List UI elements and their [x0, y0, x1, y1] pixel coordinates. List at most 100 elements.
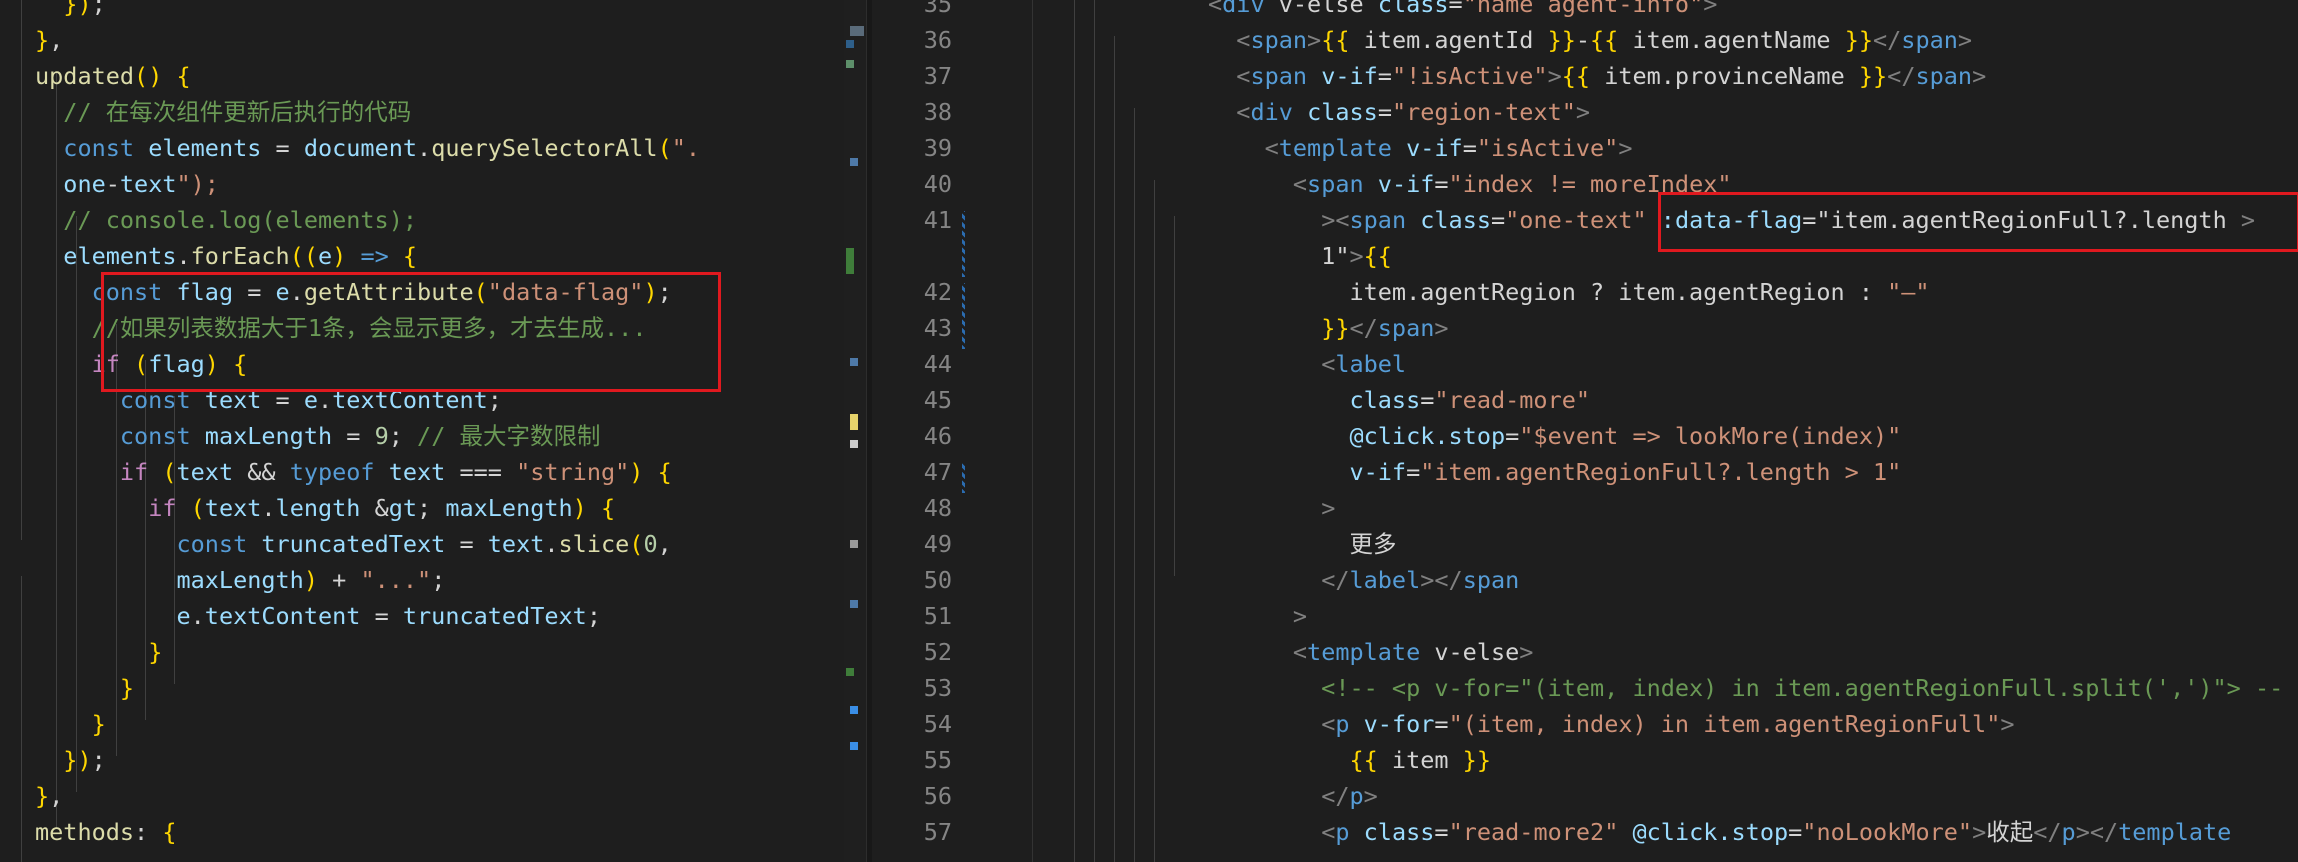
code-line[interactable]: 45 class="read-more" [872, 382, 2298, 418]
code-text[interactable]: <label [1208, 346, 1406, 382]
line-number: 36 [923, 26, 952, 54]
minimap-mark [850, 158, 858, 166]
line-number: 43 [923, 314, 952, 342]
line-number: 57 [923, 818, 952, 846]
line-number: 42 [923, 278, 952, 306]
indent-guide [21, 0, 22, 540]
code-line[interactable]: 43 }}</span> [872, 310, 2298, 346]
line-number: 54 [923, 710, 952, 738]
code-line[interactable]: e.textContent = truncatedText; [35, 598, 601, 634]
minimap-mark [850, 706, 858, 714]
line-number: 50 [923, 566, 952, 594]
code-text[interactable]: <!-- <p v-for="(item, index) in item.age… [1208, 670, 2283, 706]
highlight-box-data-flag [1658, 192, 2298, 252]
minimap-mark [850, 358, 858, 366]
line-number: 38 [923, 98, 952, 126]
minimap-mark [846, 60, 854, 68]
code-line[interactable]: 56 </p> [872, 778, 2298, 814]
highlight-box-flag [101, 272, 721, 392]
minimap-mark [846, 248, 854, 274]
line-number: 48 [923, 494, 952, 522]
code-line[interactable]: } [35, 706, 106, 742]
line-number: 55 [923, 746, 952, 774]
right-editor-pane[interactable]: 35 <div v-else class="name agent-info"> 36… [872, 0, 2298, 862]
code-text[interactable]: <span>{{ item.agentId }}-{{ item.agentNa… [1208, 22, 1972, 58]
minimap-slider[interactable] [850, 26, 864, 36]
left-editor-pane[interactable]: });}, updated() { // 在每次组件更新后执行的代码 const … [0, 0, 844, 862]
code-text[interactable]: 1">{{ [1208, 238, 1392, 274]
code-line[interactable]: // console.log(elements); [35, 202, 417, 238]
code-text[interactable]: <p v-for="(item, index) in item.agentReg… [1208, 706, 2014, 742]
code-line[interactable]: 57 <p class="read-more2" @click.stop="no… [872, 814, 2298, 850]
line-number: 46 [923, 422, 952, 450]
minimap-mark [846, 40, 854, 48]
code-text[interactable]: {{ item }} [1208, 742, 1490, 778]
code-line[interactable]: 38 <div class="region-text"> [872, 94, 2298, 130]
minimap-mark [850, 414, 858, 430]
minimap-mark [850, 540, 858, 548]
code-line[interactable]: 39 <template v-if="isActive"> [872, 130, 2298, 166]
code-line[interactable]: }); [35, 0, 105, 22]
code-line[interactable]: methods: { [35, 814, 177, 850]
code-line[interactable]: }, [35, 22, 63, 58]
minimap-mark [846, 668, 854, 676]
code-line[interactable]: 42 item.agentRegion ? item.agentRegion :… [872, 274, 2298, 310]
code-line[interactable]: if (text && typeof text === "string") { [35, 454, 672, 490]
code-text[interactable]: <span v-if="!isActive">{{ item.provinceN… [1208, 58, 1986, 94]
code-line[interactable]: } [35, 670, 134, 706]
code-line[interactable]: if (text.length &gt; maxLength) { [35, 490, 615, 526]
code-line[interactable]: 44 <label [872, 346, 2298, 382]
code-line[interactable]: } [35, 634, 162, 670]
code-text[interactable]: <template v-else> [1208, 634, 1534, 670]
code-text[interactable]: item.agentRegion ? item.agentRegion : "—… [1208, 274, 1929, 310]
code-line[interactable]: 46 @click.stop="$event => lookMore(index… [872, 418, 2298, 454]
code-line[interactable]: 47 v-if="item.agentRegionFull?.length > … [872, 454, 2298, 490]
code-line[interactable]: 51 > [872, 598, 2298, 634]
line-number: 39 [923, 134, 952, 162]
code-line[interactable]: const elements = document.querySelectorA… [35, 130, 700, 166]
code-line[interactable]: one-text"); [35, 166, 219, 202]
code-line[interactable]: maxLength) + "..."; [35, 562, 445, 598]
code-text[interactable]: > [1208, 598, 1307, 634]
code-line[interactable]: 53 <!-- <p v-for="(item, index) in item.… [872, 670, 2298, 706]
code-line[interactable]: updated() { [35, 58, 191, 94]
code-line[interactable]: 49 更多 [872, 526, 2298, 562]
code-line[interactable]: 37 <span v-if="!isActive">{{ item.provin… [872, 58, 2298, 94]
indent-guide [21, 576, 22, 862]
code-text[interactable]: <span v-if="index != moreIndex" [1208, 166, 1732, 202]
line-number: 40 [923, 170, 952, 198]
code-line[interactable]: }, [35, 778, 63, 814]
code-line[interactable]: 54 <p v-for="(item, index) in item.agent… [872, 706, 2298, 742]
code-text[interactable]: > [1208, 490, 1335, 526]
code-line[interactable]: elements.forEach((e) => { [35, 238, 417, 274]
code-text[interactable]: </p> [1208, 778, 1378, 814]
code-line[interactable]: // 在每次组件更新后执行的代码 [35, 94, 411, 130]
minimap-mark [850, 600, 858, 608]
line-number: 53 [923, 674, 952, 702]
code-text[interactable]: <template v-if="isActive"> [1208, 130, 1633, 166]
line-number: 52 [923, 638, 952, 666]
code-text[interactable]: @click.stop="$event => lookMore(index)" [1208, 418, 1901, 454]
code-text[interactable]: class="read-more" [1208, 382, 1590, 418]
code-line[interactable]: 55 {{ item }} [872, 742, 2298, 778]
code-line[interactable]: 35 <div v-else class="name agent-info"> [872, 0, 2298, 22]
code-line[interactable]: 36 <span>{{ item.agentId }}-{{ item.agen… [872, 22, 2298, 58]
code-text[interactable]: v-if="item.agentRegionFull?.length > 1" [1208, 454, 1901, 490]
code-text[interactable]: <div v-else class="name agent-info"> [1208, 0, 1717, 22]
line-number: 37 [923, 62, 952, 90]
code-text[interactable]: <div class="region-text"> [1208, 94, 1590, 130]
code-line[interactable]: 52 <template v-else> [872, 634, 2298, 670]
code-text[interactable]: </label></span [1208, 562, 1519, 598]
code-text[interactable]: <p class="read-more2" @click.stop="noLoo… [1208, 814, 2231, 850]
code-line[interactable]: }); [35, 742, 105, 778]
code-line[interactable]: const truncatedText = text.slice(0, [35, 526, 671, 562]
code-text[interactable]: }}</span> [1208, 310, 1448, 346]
code-line[interactable]: 50 </label></span [872, 562, 2298, 598]
code-line[interactable]: const maxLength = 9; // 最大字数限制 [35, 418, 601, 454]
line-number: 35 [923, 0, 952, 18]
code-line[interactable]: 48 > [872, 490, 2298, 526]
minimap-mark [850, 742, 858, 750]
code-text[interactable]: 更多 [1208, 526, 1396, 562]
minimap-mark [850, 440, 858, 448]
minimap[interactable] [844, 0, 866, 862]
